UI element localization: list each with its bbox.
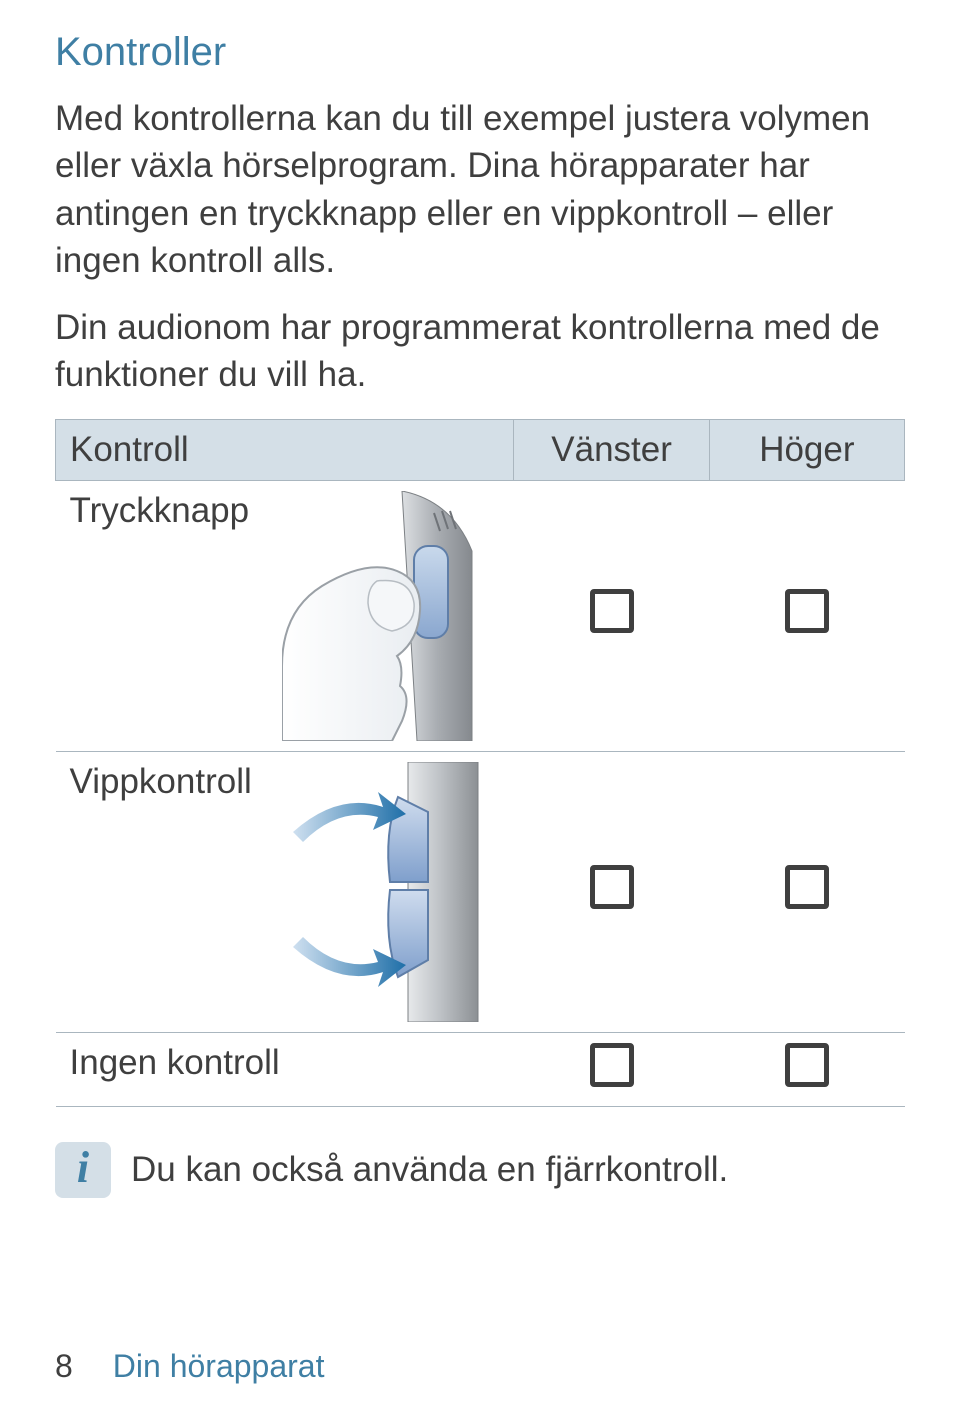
- th-left: Vänster: [514, 419, 709, 480]
- info-note: i Du kan också använda en fjärrkontroll.: [55, 1142, 905, 1198]
- info-icon: i: [55, 1142, 111, 1198]
- page-footer: 8 Din hörapparat: [55, 1348, 324, 1385]
- intro-paragraph-2: Din audionom har programmerat kontroller…: [55, 304, 905, 399]
- checkbox-none-left[interactable]: [590, 1043, 634, 1087]
- row-label-push: Tryckknapp: [70, 491, 250, 531]
- rocker-illustration: [266, 762, 500, 1022]
- table-row: Ingen kontroll: [56, 1032, 905, 1106]
- push-button-illustration: [263, 491, 500, 741]
- checkbox-none-right[interactable]: [785, 1043, 829, 1087]
- table-row: Tryckknapp: [56, 480, 905, 751]
- table-row: Vippkontroll: [56, 751, 905, 1032]
- checkbox-rocker-right[interactable]: [785, 865, 829, 909]
- th-control: Kontroll: [56, 419, 514, 480]
- row-label-none: Ingen kontroll: [70, 1043, 280, 1082]
- row-label-rocker: Vippkontroll: [70, 762, 252, 802]
- controls-table: Kontroll Vänster Höger Tryckknapp: [55, 419, 905, 1107]
- th-right: Höger: [709, 419, 904, 480]
- page-number: 8: [55, 1348, 73, 1385]
- footer-section: Din hörapparat: [113, 1348, 325, 1385]
- checkbox-push-right[interactable]: [785, 589, 829, 633]
- intro-paragraph-1: Med kontrollerna kan du till exempel jus…: [55, 95, 905, 284]
- section-title: Kontroller: [55, 30, 905, 75]
- info-text: Du kan också använda en fjärrkontroll.: [131, 1150, 728, 1190]
- checkbox-rocker-left[interactable]: [590, 865, 634, 909]
- checkbox-push-left[interactable]: [590, 589, 634, 633]
